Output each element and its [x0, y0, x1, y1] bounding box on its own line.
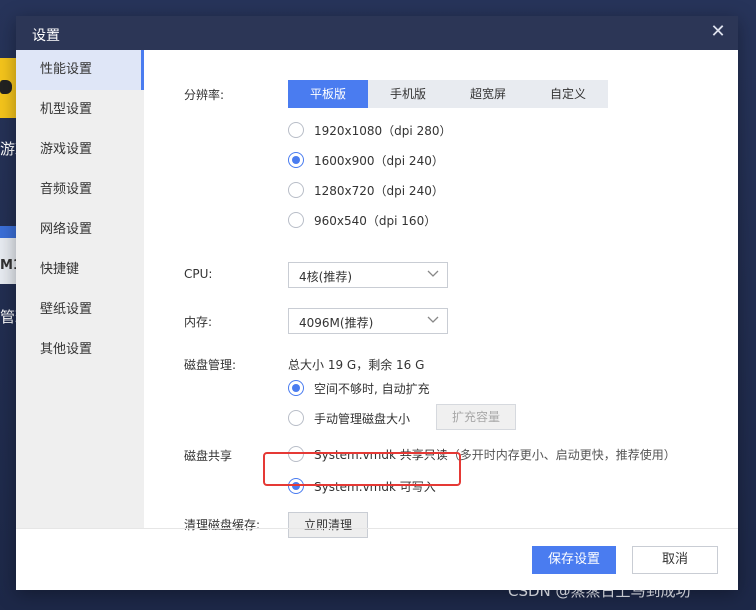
radio-button[interactable]	[288, 446, 304, 462]
memory-value: 4096M(推荐)	[299, 316, 374, 330]
background-text: 游戏	[0, 140, 16, 158]
cancel-button[interactable]: 取消	[632, 546, 718, 574]
share-label: 磁盘共享	[184, 449, 233, 463]
sidebar-item-network[interactable]: 网络设置	[16, 210, 144, 250]
resolution-option-1280[interactable]: 1280x720（dpi 240）	[288, 180, 444, 200]
resolution-label: 分辨率:	[184, 88, 225, 102]
radio-button-checked[interactable]	[288, 152, 304, 168]
sidebar-item-performance[interactable]: 性能设置	[16, 50, 144, 90]
resolution-option-960[interactable]: 960x540（dpi 160）	[288, 210, 436, 230]
close-icon[interactable]: ✕	[710, 23, 726, 41]
share-writable-option[interactable]: System.vmdk 可写入	[288, 476, 436, 496]
dialog-titlebar: 设置 ✕	[16, 16, 738, 50]
resolution-tabs: 平板版 手机版 超宽屏 自定义	[288, 80, 608, 108]
tab-tablet[interactable]: 平板版	[288, 80, 368, 108]
sidebar-item-device-model[interactable]: 机型设置	[16, 90, 144, 130]
radio-button-checked[interactable]	[288, 380, 304, 396]
tab-custom[interactable]: 自定义	[528, 80, 608, 108]
memory-label: 内存:	[184, 315, 213, 329]
radio-label: 1600x900（dpi 240）	[314, 153, 444, 168]
tab-ultrawide[interactable]: 超宽屏	[448, 80, 528, 108]
radio-label: 960x540（dpi 160）	[314, 213, 437, 228]
settings-content: 分辨率: 平板版 手机版 超宽屏 自定义 1920x1080（dpi 280） …	[144, 50, 738, 538]
tile-banner	[0, 226, 16, 238]
radio-button[interactable]	[288, 410, 304, 426]
sidebar-item-audio[interactable]: 音频设置	[16, 170, 144, 210]
cache-label: 清理磁盘缓存:	[184, 518, 261, 532]
radio-hint: （多开时内存更小、启动更快，推荐使用）	[447, 447, 676, 462]
disk-summary: 总大小 19 G，剩余 16 G	[288, 358, 425, 372]
resolution-option-1920[interactable]: 1920x1080（dpi 280）	[288, 120, 451, 140]
radio-label: System.vmdk 共享只读	[314, 447, 448, 462]
radio-button[interactable]	[288, 212, 304, 228]
sidebar-item-other[interactable]: 其他设置	[16, 330, 144, 370]
disk-auto-expand-option[interactable]: 空间不够时, 自动扩充	[288, 378, 430, 398]
sidebar-item-wallpaper[interactable]: 壁纸设置	[16, 290, 144, 330]
radio-button-checked[interactable]	[288, 478, 304, 494]
disk-manual-option[interactable]: 手动管理磁盘大小	[288, 408, 410, 428]
clear-cache-button[interactable]: 立即清理	[288, 512, 368, 538]
dialog-title: 设置	[32, 28, 60, 44]
radio-button[interactable]	[288, 122, 304, 138]
footer-divider	[16, 528, 738, 529]
radio-label: System.vmdk 可写入	[314, 479, 436, 494]
sidebar-item-shortcuts[interactable]: 快捷键	[16, 250, 144, 290]
watermark: CSDN @蒸蒸日上马到成功	[508, 582, 691, 600]
settings-sidebar: 性能设置 机型设置 游戏设置 音频设置 网络设置 快捷键 壁纸设置 其他设置	[16, 50, 144, 528]
radio-button[interactable]	[288, 182, 304, 198]
chevron-down-icon	[427, 316, 439, 323]
cpu-select[interactable]: 4核(推荐)	[288, 262, 448, 288]
settings-dialog: 设置 ✕ 性能设置 机型设置 游戏设置 音频设置 网络设置 快捷键 壁纸设置 其…	[16, 16, 738, 590]
cpu-value: 4核(推荐)	[299, 270, 352, 284]
tab-phone[interactable]: 手机版	[368, 80, 448, 108]
game-tile-icon	[0, 58, 16, 118]
game-face-icon	[0, 80, 12, 94]
expand-capacity-button[interactable]: 扩充容量	[436, 404, 516, 430]
radio-label: 手动管理磁盘大小	[314, 411, 411, 426]
cpu-label: CPU:	[184, 267, 213, 281]
chevron-down-icon	[427, 270, 439, 277]
radio-label: 1280x720（dpi 240）	[314, 183, 444, 198]
memory-select[interactable]: 4096M(推荐)	[288, 308, 448, 334]
save-settings-button[interactable]: 保存设置	[532, 546, 616, 574]
background-text: 管理	[0, 308, 16, 326]
resolution-option-1600[interactable]: 1600x900（dpi 240）	[288, 150, 444, 170]
disk-label: 磁盘管理:	[184, 358, 237, 372]
app-tile-icon: M1	[0, 226, 22, 284]
share-readonly-option[interactable]: System.vmdk 共享只读 （多开时内存更小、启动更快，推荐使用）	[288, 444, 676, 464]
radio-label: 1920x1080（dpi 280）	[314, 123, 452, 138]
sidebar-item-game[interactable]: 游戏设置	[16, 130, 144, 170]
radio-label: 空间不够时, 自动扩充	[314, 381, 430, 396]
